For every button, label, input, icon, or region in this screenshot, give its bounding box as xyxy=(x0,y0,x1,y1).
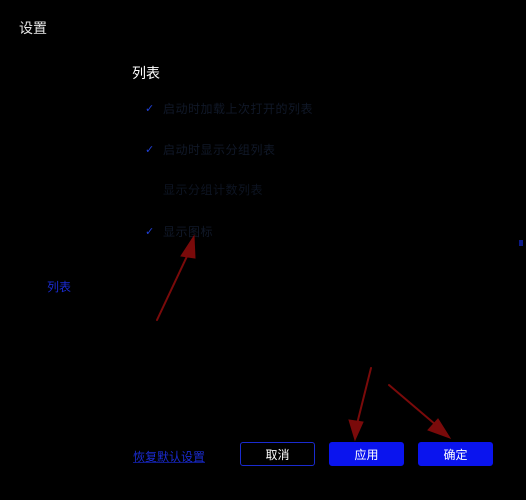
checkmark-icon[interactable]: ✓ xyxy=(145,102,163,115)
option-label: 启动时加载上次打开的列表 xyxy=(163,101,314,116)
window-title: 设置 xyxy=(19,21,47,37)
section-title: 列表 xyxy=(132,66,160,82)
option-label: 显示分组计数列表 xyxy=(163,182,264,197)
option-row[interactable]: 显示分组计数列表 xyxy=(145,179,263,199)
annotation-arrowhead xyxy=(348,419,364,442)
apply-button[interactable]: 应用 xyxy=(329,442,404,466)
annotation-arrows xyxy=(156,234,452,442)
option-label: 显示图标 xyxy=(163,224,214,239)
annotation-arrow xyxy=(356,367,372,425)
scroll-marker xyxy=(519,240,523,246)
option-row[interactable]: ✓ 显示图标 xyxy=(145,221,213,241)
annotation-arrow xyxy=(388,384,437,426)
reset-defaults-link[interactable]: 恢复默认设置 xyxy=(133,448,205,465)
sidebar-item-list[interactable]: 列表 xyxy=(47,278,71,295)
cancel-button[interactable]: 取消 xyxy=(240,442,315,466)
option-label: 启动时显示分组列表 xyxy=(163,142,276,157)
checkmark-icon[interactable]: ✓ xyxy=(145,143,163,156)
checkmark-icon[interactable]: ✓ xyxy=(145,225,163,238)
ok-button[interactable]: 确定 xyxy=(418,442,493,466)
annotation-arrowhead xyxy=(427,418,452,439)
option-row[interactable]: ✓ 启动时加载上次打开的列表 xyxy=(145,98,313,118)
option-row[interactable]: ✓ 启动时显示分组列表 xyxy=(145,139,276,159)
annotation-arrow xyxy=(156,251,190,321)
